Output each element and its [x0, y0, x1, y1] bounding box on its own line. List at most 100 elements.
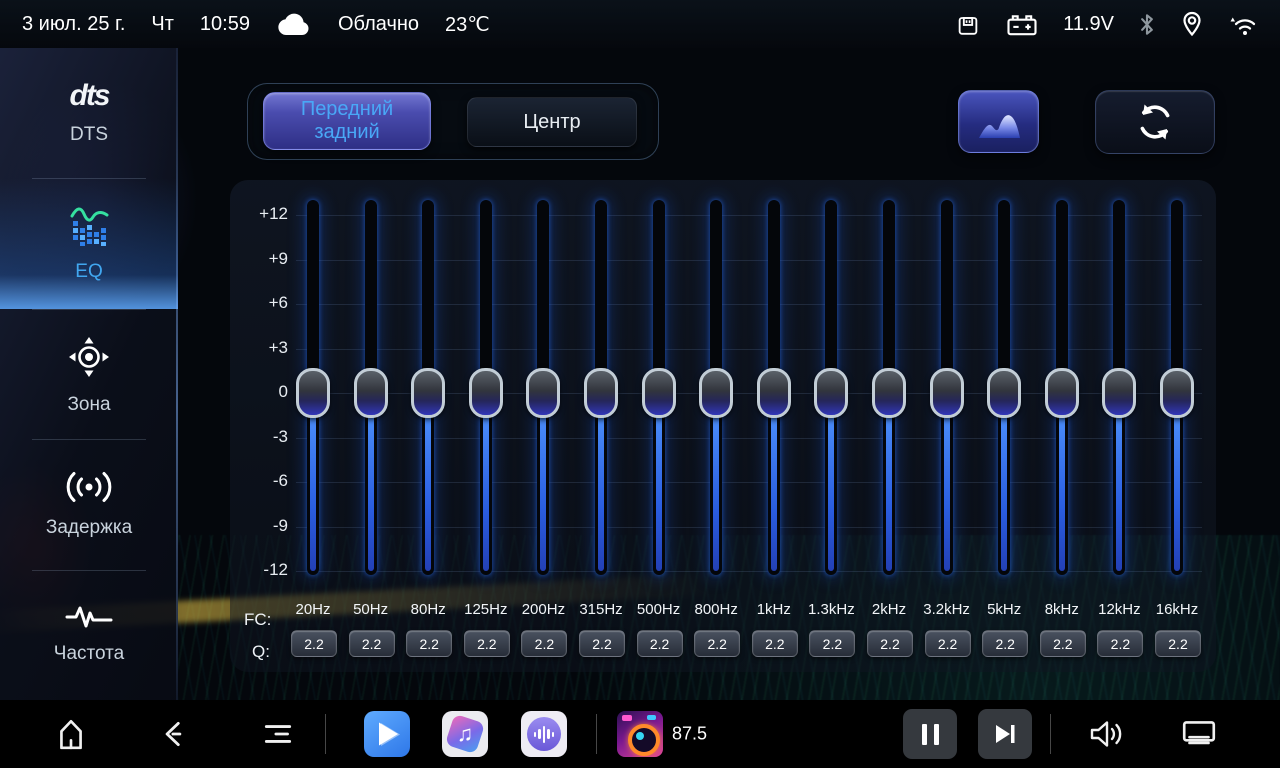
- eq-slider-track[interactable]: [365, 200, 377, 575]
- eq-slider-fill: [944, 393, 950, 571]
- pause-button[interactable]: [903, 709, 957, 759]
- scale-label: +12: [230, 204, 288, 224]
- band-frequency-label: 50Hz: [342, 601, 400, 618]
- eq-slider-thumb[interactable]: [354, 368, 388, 418]
- band-q-button[interactable]: 2.2: [1040, 630, 1086, 657]
- band-frequency-label: 8kHz: [1033, 601, 1091, 618]
- eq-slider-track[interactable]: [595, 200, 607, 575]
- play-app-icon[interactable]: [364, 711, 410, 757]
- eq-band: 8kHz 2.2: [1033, 180, 1091, 672]
- eq-slider-fill: [425, 393, 431, 571]
- reset-button[interactable]: [1095, 90, 1215, 154]
- eq-slider-track[interactable]: [710, 200, 722, 575]
- sidebar-item-zone[interactable]: Зона: [0, 309, 178, 439]
- eq-slider-thumb[interactable]: [296, 368, 330, 418]
- eq-slider-fill: [483, 393, 489, 571]
- status-temperature: 23℃: [445, 12, 490, 37]
- eq-slider-track[interactable]: [1171, 200, 1183, 575]
- eq-slider-thumb[interactable]: [411, 368, 445, 418]
- eq-slider-track[interactable]: [653, 200, 665, 575]
- band-q-button[interactable]: 2.2: [1097, 630, 1143, 657]
- eq-slider-fill: [1001, 393, 1007, 571]
- eq-slider-track[interactable]: [883, 200, 895, 575]
- sidebar-item-delay[interactable]: Задержка: [0, 439, 178, 569]
- sidebar-item-eq[interactable]: EQ: [0, 178, 178, 308]
- eq-slider-thumb[interactable]: [1045, 368, 1079, 418]
- preset-curve-button[interactable]: [958, 90, 1039, 153]
- dts-logo-icon: dts: [70, 81, 109, 111]
- eq-slider-thumb[interactable]: [814, 368, 848, 418]
- delay-waves-icon: [63, 470, 115, 504]
- eq-slider-thumb[interactable]: [1102, 368, 1136, 418]
- bottom-bar-divider: [325, 714, 326, 754]
- menu-button[interactable]: [258, 717, 298, 751]
- eq-slider-thumb[interactable]: [642, 368, 676, 418]
- sidebar-item-frequency[interactable]: Частота: [0, 570, 178, 700]
- equalizer-bars-icon: [66, 204, 112, 248]
- band-frequency-label: 1.3kHz: [802, 601, 860, 618]
- band-q-button[interactable]: 2.2: [637, 630, 683, 657]
- eq-slider-thumb[interactable]: [987, 368, 1021, 418]
- eq-slider-thumb[interactable]: [757, 368, 791, 418]
- bottom-bar-divider: [596, 714, 597, 754]
- tab-center[interactable]: Центр: [467, 97, 637, 147]
- band-q-button[interactable]: 2.2: [521, 630, 567, 657]
- location-icon: [1180, 10, 1204, 38]
- eq-slider-thumb[interactable]: [872, 368, 906, 418]
- band-q-button[interactable]: 2.2: [694, 630, 740, 657]
- eq-slider-thumb[interactable]: [526, 368, 560, 418]
- band-q-button[interactable]: 2.2: [464, 630, 510, 657]
- wifi-icon: [1228, 11, 1258, 37]
- sidebar-item-dts[interactable]: dts DTS: [0, 48, 178, 178]
- eq-slider-track[interactable]: [941, 200, 953, 575]
- band-q-button[interactable]: 2.2: [1155, 630, 1201, 657]
- eq-slider-thumb[interactable]: [699, 368, 733, 418]
- eq-slider-thumb[interactable]: [584, 368, 618, 418]
- band-q-button[interactable]: 2.2: [752, 630, 798, 657]
- eq-slider-thumb[interactable]: [1160, 368, 1194, 418]
- eq-slider-track[interactable]: [537, 200, 549, 575]
- eq-slider-fill: [886, 393, 892, 571]
- eq-slider-thumb[interactable]: [930, 368, 964, 418]
- band-frequency-label: 200Hz: [514, 601, 572, 618]
- eq-slider-track[interactable]: [480, 200, 492, 575]
- scale-label: 0: [230, 382, 288, 402]
- eq-band: 800Hz 2.2: [687, 180, 745, 672]
- music-app-icon[interactable]: ♫: [442, 711, 488, 757]
- eq-slider-track[interactable]: [998, 200, 1010, 575]
- back-button[interactable]: [154, 717, 194, 751]
- band-q-button[interactable]: 2.2: [291, 630, 337, 657]
- band-frequency-label: 2kHz: [860, 601, 918, 618]
- band-q-button[interactable]: 2.2: [809, 630, 855, 657]
- band-q-button[interactable]: 2.2: [579, 630, 625, 657]
- eq-slider-track[interactable]: [1113, 200, 1125, 575]
- eq-band: 12kHz 2.2: [1090, 180, 1148, 672]
- eq-slider-track[interactable]: [825, 200, 837, 575]
- sidebar-item-label: Задержка: [46, 517, 132, 539]
- band-q-button[interactable]: 2.2: [982, 630, 1028, 657]
- tab-front-rear[interactable]: Передний задний: [263, 92, 431, 150]
- band-frequency-label: 315Hz: [572, 601, 630, 618]
- band-q-button[interactable]: 2.2: [925, 630, 971, 657]
- volume-button[interactable]: [1086, 718, 1128, 750]
- eq-slider-track[interactable]: [307, 200, 319, 575]
- voice-app-icon[interactable]: [521, 711, 567, 757]
- eq-slider-track[interactable]: [1056, 200, 1068, 575]
- status-time: 10:59: [200, 13, 250, 36]
- radio-app-icon[interactable]: [617, 711, 663, 757]
- home-button[interactable]: [51, 717, 91, 751]
- band-q-button[interactable]: 2.2: [867, 630, 913, 657]
- eq-slider-track[interactable]: [768, 200, 780, 575]
- screen-off-button[interactable]: [1178, 718, 1220, 750]
- next-track-button[interactable]: [978, 709, 1032, 759]
- eq-slider-track[interactable]: [422, 200, 434, 575]
- band-q-button[interactable]: 2.2: [349, 630, 395, 657]
- scale-label: -6: [230, 471, 288, 491]
- eq-band: 80Hz 2.2: [399, 180, 457, 672]
- band-q-button[interactable]: 2.2: [406, 630, 452, 657]
- usb-icon: [955, 11, 981, 38]
- status-voltage: 11.9V: [1063, 13, 1114, 36]
- eq-slider-fill: [1116, 393, 1122, 571]
- eq-slider-fill: [1059, 393, 1065, 571]
- eq-slider-thumb[interactable]: [469, 368, 503, 418]
